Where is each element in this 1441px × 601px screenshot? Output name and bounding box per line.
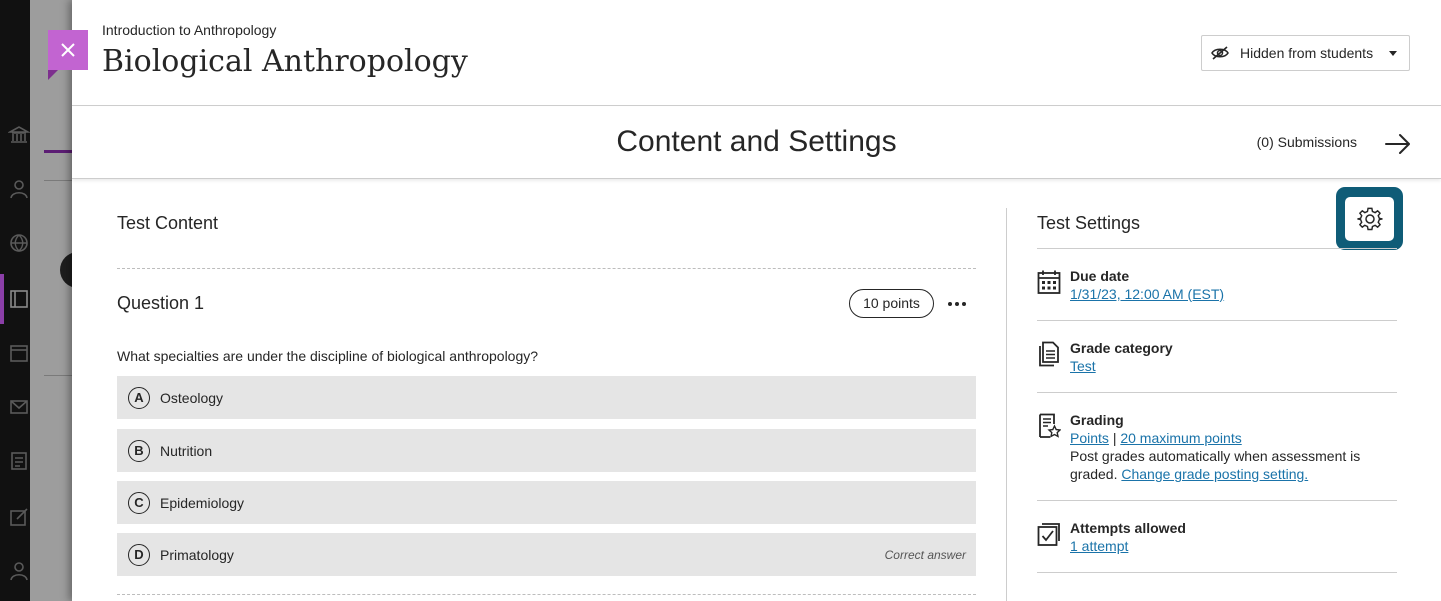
dashed-divider <box>117 268 976 269</box>
grading-title: Grading <box>1070 412 1124 428</box>
visibility-label: Hidden from students <box>1240 45 1374 61</box>
column-divider <box>1006 208 1007 601</box>
answer-option: B Nutrition <box>117 429 976 472</box>
panel-header: Introduction to Anthropology Biological … <box>72 0 1441 106</box>
attempts-title: Attempts allowed <box>1070 520 1186 536</box>
settings-divider <box>1037 320 1397 321</box>
change-grade-posting-link[interactable]: Change grade posting setting. <box>1121 466 1308 482</box>
tools-icon <box>10 508 28 526</box>
grade-category-link[interactable]: Test <box>1070 357 1397 375</box>
grading-values: Points | 20 maximum points <box>1070 429 1397 447</box>
settings-button[interactable] <box>1336 187 1403 250</box>
calendar-icon <box>1037 270 1061 294</box>
user-icon <box>10 562 28 581</box>
question-title: Question 1 <box>117 293 205 313</box>
messages-icon <box>10 400 28 414</box>
submissions-link[interactable]: (0) Submissions <box>1257 134 1357 150</box>
grade-posting-text: Post grades automatically when assessmen… <box>1070 447 1397 483</box>
answer-letter: B <box>128 439 150 462</box>
background-nav-rail <box>0 0 30 601</box>
settings-divider <box>1037 500 1397 501</box>
test-settings-heading: Test Settings <box>1037 213 1141 233</box>
question-text: What specialties are under the disciplin… <box>117 348 539 364</box>
globe-icon <box>10 234 28 252</box>
answer-text: Primatology <box>160 546 234 563</box>
courses-icon <box>10 290 28 308</box>
grades-icon <box>11 452 27 470</box>
max-points-link[interactable]: 20 maximum points <box>1120 430 1241 446</box>
breadcrumb[interactable]: Introduction to Anthropology <box>102 22 276 38</box>
background-divider <box>44 375 72 376</box>
correct-answer-note: Correct answer <box>884 547 966 562</box>
panel-subheader: Content and Settings (0) Submissions <box>72 107 1441 179</box>
answer-text: Osteology <box>160 389 224 406</box>
institution-icon <box>8 126 30 143</box>
settings-button-inner <box>1345 196 1394 241</box>
settings-divider <box>1037 392 1397 393</box>
answer-letter: A <box>128 386 150 409</box>
grading-separator: | <box>1112 430 1117 446</box>
grading-schema-link[interactable]: Points <box>1070 430 1109 446</box>
eye-hidden-icon <box>1211 46 1229 60</box>
settings-divider <box>1037 248 1397 249</box>
nav-active-indicator <box>0 274 4 324</box>
due-date-link[interactable]: 1/31/23, 12:00 AM (EST) <box>1070 285 1397 303</box>
points-badge[interactable]: 10 points <box>849 289 934 318</box>
section-title: Content and Settings <box>616 125 897 158</box>
due-date-title: Due date <box>1070 268 1130 284</box>
arrow-right-icon[interactable] <box>1383 129 1413 159</box>
dashed-divider <box>117 594 976 595</box>
profile-icon <box>10 180 28 199</box>
gear-icon <box>1356 207 1383 230</box>
answer-letter: C <box>128 491 150 514</box>
answer-text: Nutrition <box>160 442 213 459</box>
close-icon <box>61 43 75 57</box>
attempts-checkbox-icon <box>1037 523 1060 546</box>
page-title: Biological Anthropology <box>102 44 468 79</box>
attempts-link[interactable]: 1 attempt <box>1070 537 1397 555</box>
background-avatar <box>60 253 72 287</box>
answer-option: A Osteology <box>117 376 976 419</box>
test-content-heading: Test Content <box>117 213 219 233</box>
settings-divider <box>1037 572 1397 573</box>
answer-option-correct: D Primatology Correct answer <box>117 533 976 576</box>
more-options-icon[interactable] <box>945 294 969 314</box>
grading-star-icon <box>1039 413 1061 438</box>
test-content-column: Test Content Question 1 10 points What s… <box>117 180 976 601</box>
answer-text: Epidemiology <box>160 494 245 511</box>
grade-category-title: Grade category <box>1070 340 1173 356</box>
close-button[interactable] <box>48 30 88 70</box>
test-settings-column: Test Settings Due date 1/31/23, 12:00 AM… <box>1037 180 1403 601</box>
answer-letter: D <box>128 543 150 566</box>
test-panel: Introduction to Anthropology Biological … <box>48 0 1441 601</box>
visibility-dropdown[interactable]: Hidden from students <box>1201 35 1410 71</box>
chevron-down-icon <box>1389 51 1397 56</box>
calendar-icon <box>10 345 28 362</box>
document-icon <box>1039 341 1059 367</box>
background-divider <box>44 180 72 181</box>
background-tab-underline <box>44 150 72 153</box>
answer-option: C Epidemiology <box>117 481 976 524</box>
background-course-page <box>30 0 72 601</box>
